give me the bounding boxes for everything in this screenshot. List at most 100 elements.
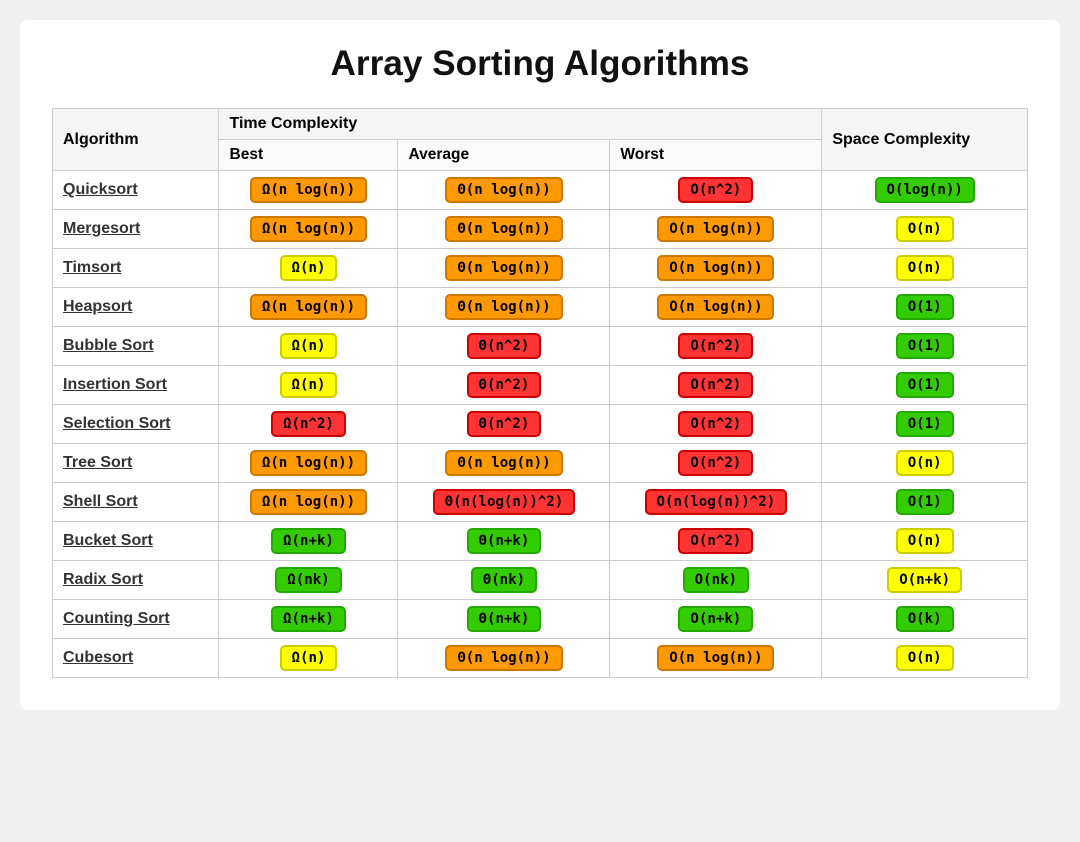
algo-worst-space-cell: O(1) xyxy=(822,405,1028,444)
table-row: Selection Sort Ω(n^2) Θ(n^2) O(n^2) O(1) xyxy=(53,405,1028,444)
algo-worst-time-cell: O(n log(n)) xyxy=(610,249,822,288)
algo-name-label[interactable]: Cubesort xyxy=(63,649,133,666)
algo-name-cell: Quicksort xyxy=(53,171,219,210)
table-row: Tree SortΩ(n log(n))Θ(n log(n))O(n^2)O(n… xyxy=(53,444,1028,483)
badge-best: Ω(n log(n)) xyxy=(250,216,367,242)
badge-worst-space: O(log(n)) xyxy=(875,177,975,203)
algo-worst-space-cell: O(1) xyxy=(822,483,1028,522)
algo-name-label[interactable]: Selection Sort xyxy=(63,415,171,432)
badge-average: Θ(n+k) xyxy=(467,606,542,632)
algo-name-label[interactable]: Heapsort xyxy=(63,298,132,315)
algo-name-label[interactable]: Mergesort xyxy=(63,220,140,237)
algo-worst-time-cell: O(n^2) xyxy=(610,327,822,366)
col-worst-time: Worst xyxy=(610,140,822,171)
algo-name-cell: Shell Sort xyxy=(53,483,219,522)
badge-average: Θ(n log(n)) xyxy=(445,645,562,671)
algo-name-cell: Radix Sort xyxy=(53,561,219,600)
badge-worst-space: O(1) xyxy=(896,372,954,398)
badge-average: Θ(n log(n)) xyxy=(445,450,562,476)
page-title: Array Sorting Algorithms xyxy=(52,44,1028,84)
algo-best-cell: Ω(n log(n)) xyxy=(219,444,398,483)
algo-name-label[interactable]: Timsort xyxy=(63,259,121,276)
algo-name-cell: Counting Sort xyxy=(53,600,219,639)
badge-worst-space: O(1) xyxy=(896,411,954,437)
algo-worst-time-cell: O(n^2) xyxy=(610,405,822,444)
algo-average-cell: Θ(n^2) xyxy=(398,327,610,366)
algo-name-label[interactable]: Quicksort xyxy=(63,181,138,198)
badge-average: Θ(nk) xyxy=(471,567,537,593)
algo-best-cell: Ω(n log(n)) xyxy=(219,288,398,327)
algo-name-label[interactable]: Tree Sort xyxy=(63,454,132,471)
algo-name-cell: Bubble Sort xyxy=(53,327,219,366)
algo-worst-space-cell: O(n) xyxy=(822,210,1028,249)
table-row: Shell Sort Ω(n log(n)) Θ(n(log(n))^2) O(n(l… xyxy=(53,483,1028,522)
algo-average-cell: Θ(n log(n)) xyxy=(398,249,610,288)
sorting-table: Algorithm Time Complexity Space Complexi… xyxy=(52,108,1028,678)
algo-name-label[interactable]: Bubble Sort xyxy=(63,337,154,354)
algo-worst-time-cell: O(n^2) xyxy=(610,444,822,483)
algo-best-cell: Ω(n+k) xyxy=(219,522,398,561)
algo-best-cell: Ω(n+k) xyxy=(219,600,398,639)
badge-worst-time: O(n log(n)) xyxy=(657,294,774,320)
badge-worst-time: O(n log(n)) xyxy=(657,216,774,242)
badge-best: Ω(n+k) xyxy=(271,528,346,554)
badge-worst-time: O(n+k) xyxy=(678,606,753,632)
badge-best: Ω(n) xyxy=(280,372,338,398)
badge-worst-time: O(n^2) xyxy=(678,177,753,203)
badge-average: Θ(n^2) xyxy=(467,372,542,398)
algo-worst-space-cell: O(k) xyxy=(822,600,1028,639)
algo-name-cell: Heapsort xyxy=(53,288,219,327)
badge-average: Θ(n log(n)) xyxy=(445,177,562,203)
algo-name-label[interactable]: Radix Sort xyxy=(63,571,143,588)
badge-worst-time: O(n^2) xyxy=(678,333,753,359)
algo-average-cell: Θ(n^2) xyxy=(398,405,610,444)
badge-worst-space: O(k) xyxy=(896,606,954,632)
algo-name-label[interactable]: Counting Sort xyxy=(63,610,170,627)
badge-best: Ω(n^2) xyxy=(271,411,346,437)
algo-average-cell: Θ(n log(n)) xyxy=(398,288,610,327)
algo-best-cell: Ω(n log(n)) xyxy=(219,171,398,210)
table-row: Quicksort Ω(n log(n)) Θ(n log(n)) O(n^2) O(l… xyxy=(53,171,1028,210)
algo-best-cell: Ω(nk) xyxy=(219,561,398,600)
algo-worst-space-cell: O(1) xyxy=(822,366,1028,405)
algo-name-label[interactable]: Bucket Sort xyxy=(63,532,153,549)
badge-best: Ω(n log(n)) xyxy=(250,450,367,476)
algo-worst-time-cell: O(n log(n)) xyxy=(610,639,822,678)
algo-name-cell: Mergesort xyxy=(53,210,219,249)
algo-average-cell: Θ(n log(n)) xyxy=(398,210,610,249)
algo-name-label[interactable]: Insertion Sort xyxy=(63,376,167,393)
algo-best-cell: Ω(n) xyxy=(219,327,398,366)
algo-name-cell: Timsort xyxy=(53,249,219,288)
col-average: Average xyxy=(398,140,610,171)
badge-best: Ω(n+k) xyxy=(271,606,346,632)
algo-name-label[interactable]: Shell Sort xyxy=(63,493,138,510)
algo-worst-time-cell: O(nk) xyxy=(610,561,822,600)
table-row: Bubble SortΩ(n)Θ(n^2)O(n^2)O(1) xyxy=(53,327,1028,366)
algo-best-cell: Ω(n log(n)) xyxy=(219,210,398,249)
algo-best-cell: Ω(n) xyxy=(219,366,398,405)
badge-average: Θ(n^2) xyxy=(467,411,542,437)
algo-worst-space-cell: O(n) xyxy=(822,639,1028,678)
badge-average: Θ(n(log(n))^2) xyxy=(433,489,576,515)
algo-worst-space-cell: O(log(n)) xyxy=(822,171,1028,210)
badge-average: Θ(n log(n)) xyxy=(445,255,562,281)
badge-worst-space: O(n) xyxy=(896,255,954,281)
algo-worst-space-cell: O(n) xyxy=(822,522,1028,561)
algo-worst-time-cell: O(n^2) xyxy=(610,522,822,561)
algo-name-cell: Insertion Sort xyxy=(53,366,219,405)
badge-best: Ω(n) xyxy=(280,255,338,281)
algo-worst-time-cell: O(n(log(n))^2) xyxy=(610,483,822,522)
badge-best: Ω(n log(n)) xyxy=(250,489,367,515)
table-row: CubesortΩ(n)Θ(n log(n))O(n log(n))O(n) xyxy=(53,639,1028,678)
algo-average-cell: Θ(n^2) xyxy=(398,366,610,405)
table-row: Counting Sort Ω(n+k) Θ(n+k) O(n+k) O(k) xyxy=(53,600,1028,639)
badge-worst-space: O(n) xyxy=(896,528,954,554)
algo-best-cell: Ω(n) xyxy=(219,249,398,288)
badge-average: Θ(n^2) xyxy=(467,333,542,359)
algo-worst-time-cell: O(n^2) xyxy=(610,366,822,405)
algo-best-cell: Ω(n log(n)) xyxy=(219,483,398,522)
col-space-complexity: Space Complexity xyxy=(822,109,1028,171)
badge-average: Θ(n+k) xyxy=(467,528,542,554)
algo-average-cell: Θ(n+k) xyxy=(398,522,610,561)
badge-worst-time: O(n log(n)) xyxy=(657,645,774,671)
